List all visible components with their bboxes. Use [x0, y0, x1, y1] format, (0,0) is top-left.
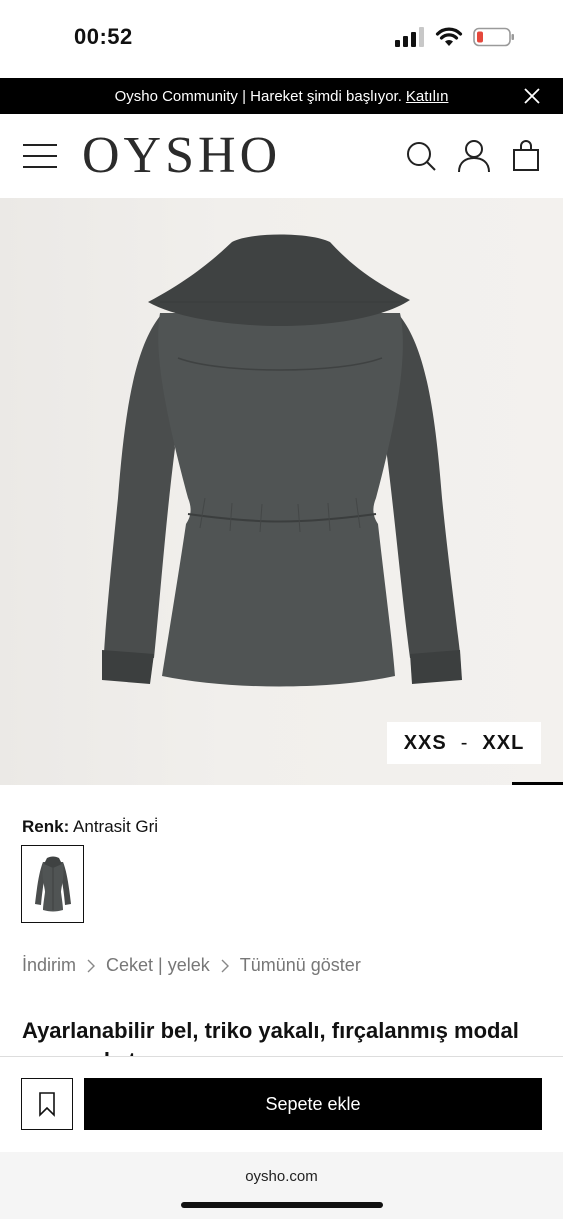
size-separator: - — [460, 731, 469, 754]
promo-join-link[interactable]: Katılın — [406, 88, 449, 105]
menu-icon[interactable] — [22, 142, 58, 170]
image-carousel-indicator — [512, 782, 563, 785]
jacket-thumbnail — [34, 856, 71, 912]
color-value: Antrasi̇t Gri̇ — [73, 817, 159, 836]
url-text[interactable]: oysho.com — [0, 1168, 563, 1185]
search-icon[interactable] — [405, 140, 437, 172]
color-info: Renk: Antrasi̇t Gri̇ — [22, 817, 158, 837]
jacket-illustration — [102, 234, 462, 687]
battery-icon — [473, 27, 514, 47]
size-range-badge: XXS - XXL — [387, 722, 541, 764]
browser-url-bar: oysho.com — [0, 1152, 563, 1219]
size-to: XXL — [482, 731, 525, 754]
product-image[interactable]: XXS - XXL — [0, 198, 563, 785]
bottom-action-bar: Sepete ekle — [0, 1056, 563, 1152]
promo-banner: Oysho Community | Hareket şimdi başlıyor… — [0, 78, 563, 114]
close-icon[interactable] — [523, 87, 541, 105]
breadcrumb-item-indirim[interactable]: İndirim — [22, 955, 76, 976]
color-swatch-antrasit[interactable] — [21, 845, 84, 923]
wishlist-button[interactable] — [21, 1078, 73, 1130]
breadcrumb-item-tumunu-goster[interactable]: Tümünü göster — [240, 955, 361, 976]
product-title: Ayarlanabilir bel, triko yakalı, fırçala… — [22, 1018, 519, 1060]
status-icons — [395, 27, 515, 47]
breadcrumb: İndirim Ceket | yelek Tümünü göster — [22, 955, 361, 976]
brand-logo[interactable]: OYSHO — [82, 126, 281, 186]
home-indicator[interactable] — [181, 1202, 383, 1208]
wifi-icon — [435, 27, 463, 46]
chevron-right-icon — [221, 959, 229, 972]
site-header: OYSHO — [0, 114, 563, 198]
breadcrumb-item-ceket[interactable]: Ceket | yelek — [106, 955, 210, 976]
add-to-cart-button[interactable]: Sepete ekle — [84, 1078, 542, 1130]
signal-icon — [395, 27, 424, 47]
bookmark-icon — [39, 1092, 55, 1117]
color-label: Renk: — [22, 817, 70, 836]
user-icon[interactable] — [456, 138, 492, 174]
chevron-right-icon — [87, 959, 96, 972]
size-from: XXS — [403, 731, 447, 754]
status-bar: 00:52 — [0, 0, 563, 78]
status-time: 00:52 — [74, 24, 133, 49]
promo-text: Oysho Community | Hareket şimdi başlıyor… — [114, 87, 402, 105]
bag-icon[interactable] — [512, 140, 540, 172]
